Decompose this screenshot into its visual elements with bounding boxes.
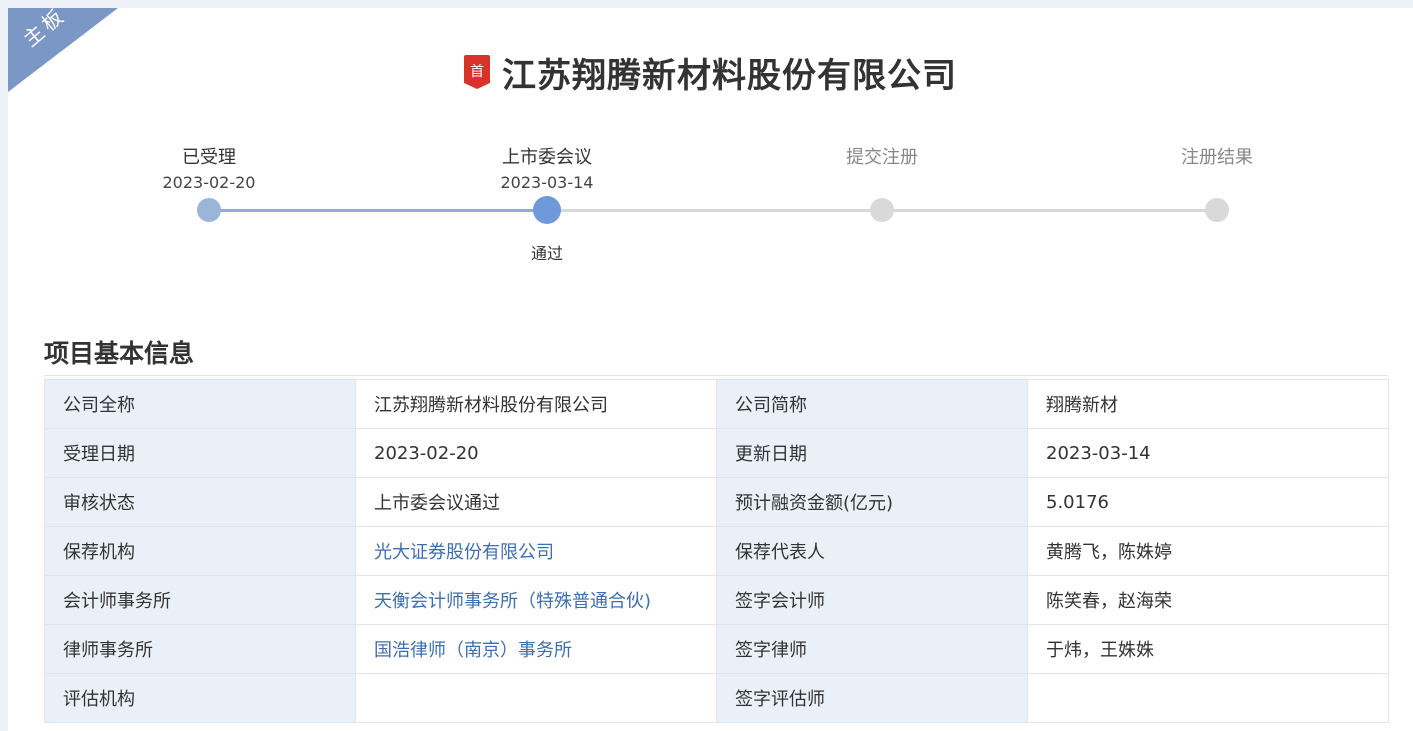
field-label: 签字律师: [716, 624, 1028, 674]
section-divider: [44, 375, 1388, 376]
field-label: 保荐代表人: [716, 526, 1028, 576]
section-title: 项目基本信息: [44, 339, 195, 368]
field-value: 2023-02-20: [355, 428, 717, 478]
field-value: 5.0176: [1027, 477, 1389, 527]
field-value: 光大证券股份有限公司: [355, 526, 717, 576]
step-date: 2023-02-20: [162, 173, 256, 192]
field-value: 国浩律师（南京）事务所: [355, 624, 717, 674]
field-value: 2023-03-14: [1027, 428, 1389, 478]
accounting-firm-link[interactable]: 天衡会计师事务所（特殊普通合伙): [374, 591, 651, 612]
step-label: 注册结果: [1181, 147, 1253, 168]
review-progress: 已受理 2023-02-20 上市委会议 2023-03-14 通过 提交注册 …: [8, 144, 1413, 264]
field-value: 陈笑春，赵海荣: [1027, 575, 1389, 625]
field-label: 公司简称: [716, 379, 1028, 429]
step-dot-listing-committee: [533, 196, 561, 224]
table-row: 公司全称 江苏翔腾新材料股份有限公司 公司简称 翔腾新材: [44, 379, 1389, 429]
sponsor-link[interactable]: 光大证券股份有限公司: [374, 542, 554, 563]
table-row: 律师事务所 国浩律师（南京）事务所 签字律师 于炜，王姝姝: [44, 624, 1389, 674]
field-label: 更新日期: [716, 428, 1028, 478]
step-listing-committee: 上市委会议 2023-03-14: [447, 146, 647, 194]
field-label: 签字会计师: [716, 575, 1028, 625]
step-registration-result: 注册结果: [1117, 146, 1317, 170]
field-value: 江苏翔腾新材料股份有限公司: [355, 379, 717, 429]
step-dot-submit-registration: [870, 198, 894, 222]
page-title: 江苏翔腾新材料股份有限公司: [502, 55, 957, 96]
field-label: 预计融资金额(亿元): [716, 477, 1028, 527]
field-label: 律师事务所: [44, 624, 356, 674]
field-label: 公司全称: [44, 379, 356, 429]
table-row: 受理日期 2023-02-20 更新日期 2023-03-14: [44, 428, 1389, 478]
step-accepted: 已受理 2023-02-20: [109, 146, 309, 194]
progress-track-done: [209, 209, 547, 212]
step-label: 上市委会议: [502, 147, 592, 168]
table-row: 保荐机构 光大证券股份有限公司 保荐代表人 黄腾飞，陈姝婷: [44, 526, 1389, 576]
table-row: 会计师事务所 天衡会计师事务所（特殊普通合伙) 签字会计师 陈笑春，赵海荣: [44, 575, 1389, 625]
table-row: 审核状态 上市委会议通过 预计融资金额(亿元) 5.0176: [44, 477, 1389, 527]
step-dot-accepted: [197, 198, 221, 222]
field-value: [1027, 673, 1389, 723]
field-label: 受理日期: [44, 428, 356, 478]
field-value: 黄腾飞，陈姝婷: [1027, 526, 1389, 576]
first-listing-badge-text: 首: [470, 64, 484, 80]
board-ribbon-label: 主板: [18, 8, 71, 52]
field-label: 评估机构: [44, 673, 356, 723]
field-value: 天衡会计师事务所（特殊普通合伙): [355, 575, 717, 625]
step-dot-registration-result: [1205, 198, 1229, 222]
field-label: 会计师事务所: [44, 575, 356, 625]
field-value: 于炜，王姝姝: [1027, 624, 1389, 674]
step-label: 提交注册: [846, 147, 918, 168]
project-detail-panel: 主板 首 江苏翔腾新材料股份有限公司 已受理 2023-02-20 上市委会议 …: [8, 8, 1413, 731]
first-listing-badge-icon: 首: [464, 55, 490, 89]
project-info-table: 公司全称 江苏翔腾新材料股份有限公司 公司简称 翔腾新材 受理日期 2023-0…: [44, 379, 1389, 723]
field-label: 保荐机构: [44, 526, 356, 576]
title-row: 首 江苏翔腾新材料股份有限公司: [8, 50, 1413, 96]
table-row: 评估机构 签字评估师: [44, 673, 1389, 723]
field-value: [355, 673, 717, 723]
field-label: 审核状态: [44, 477, 356, 527]
field-value: 上市委会议通过: [355, 477, 717, 527]
step-status: 通过: [530, 244, 563, 263]
law-firm-link[interactable]: 国浩律师（南京）事务所: [374, 640, 572, 661]
step-label: 已受理: [182, 147, 236, 168]
field-value: 翔腾新材: [1027, 379, 1389, 429]
field-label: 签字评估师: [716, 673, 1028, 723]
step-date: 2023-03-14: [500, 173, 594, 192]
step-submit-registration: 提交注册: [782, 146, 982, 170]
